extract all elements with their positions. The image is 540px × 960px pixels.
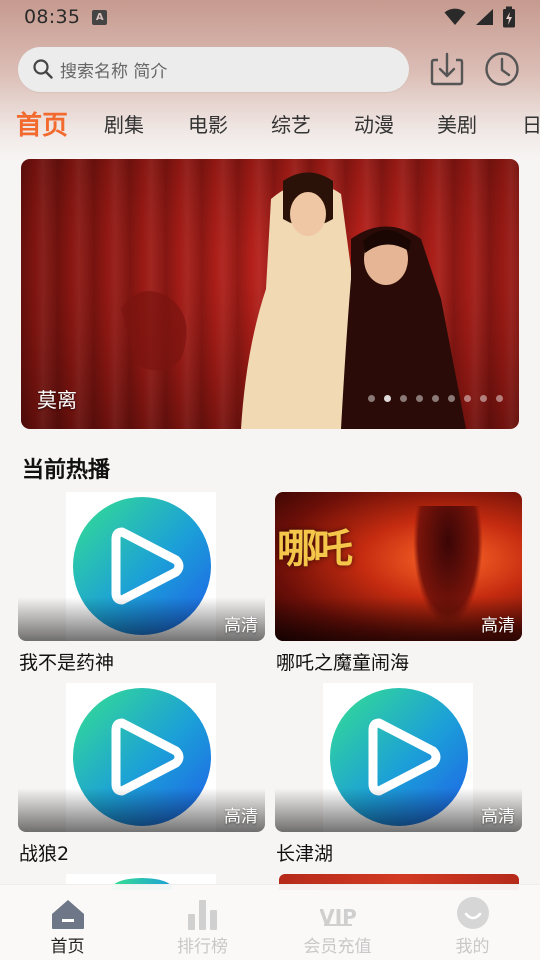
- video-card[interactable]: 哪吒 高清 哪吒之魔童闹海: [275, 492, 522, 675]
- category-tabs: 首页 剧集 电影 综艺 动漫 美剧 日: [0, 100, 540, 146]
- video-thumbnail: 哪吒 高清: [275, 492, 522, 641]
- nav-profile-label: 我的: [455, 937, 490, 957]
- wifi-icon: [444, 8, 466, 25]
- carousel-dot[interactable]: [416, 395, 423, 402]
- nav-vip-label: 会员充值: [303, 937, 372, 957]
- nav-ranking-label: 排行榜: [177, 937, 228, 957]
- tab-japanese-drama[interactable]: 日: [522, 109, 540, 138]
- quality-badge: 高清: [481, 807, 515, 827]
- a-badge-icon: A: [92, 9, 108, 25]
- nav-vip[interactable]: VIP 会员充值: [270, 885, 405, 960]
- video-card[interactable]: 高清 战狼2: [18, 683, 265, 866]
- tab-variety[interactable]: 综艺: [271, 109, 311, 138]
- quality-badge: 高清: [481, 616, 515, 636]
- video-thumbnail: 高清: [275, 683, 522, 832]
- video-title: 战狼2: [19, 843, 70, 865]
- carousel-dot[interactable]: [400, 395, 407, 402]
- video-thumbnail: 高清: [18, 492, 265, 641]
- video-card[interactable]: 高清 我不是药神: [18, 492, 265, 675]
- quality-badge: 高清: [224, 807, 258, 827]
- home-icon: [51, 900, 84, 929]
- hero-banner[interactable]: 莫离: [21, 159, 519, 429]
- nav-profile[interactable]: 我的: [405, 885, 540, 960]
- video-thumbnail: 高清: [18, 683, 265, 832]
- nav-home-label: 首页: [50, 937, 85, 957]
- video-title: 哪吒之魔童闹海: [276, 652, 410, 674]
- carousel-dot[interactable]: [464, 395, 471, 402]
- video-title: 我不是药神: [19, 652, 115, 674]
- tab-home[interactable]: 首页: [16, 105, 68, 142]
- search-row: 搜索名称 简介: [18, 46, 522, 92]
- section-title-hot: 当前热播: [22, 458, 111, 483]
- quality-badge: 高清: [224, 616, 258, 636]
- tab-anime[interactable]: 动漫: [354, 109, 394, 138]
- history-button[interactable]: [483, 50, 521, 88]
- tab-series[interactable]: 剧集: [104, 109, 144, 138]
- download-icon: [430, 52, 464, 86]
- status-bar: 08:35 A: [0, 0, 540, 34]
- nav-home[interactable]: 首页: [0, 885, 135, 960]
- download-button[interactable]: [428, 50, 466, 88]
- carousel-dot[interactable]: [368, 395, 375, 402]
- clock-icon: [485, 52, 519, 86]
- poster-title-art: 哪吒: [277, 525, 353, 572]
- search-placeholder: 搜索名称 简介: [60, 61, 168, 82]
- video-card[interactable]: 高清 长津湖: [275, 683, 522, 866]
- status-time: 08:35: [24, 6, 81, 28]
- battery-charging-icon: [503, 6, 515, 28]
- carousel-dot[interactable]: [384, 395, 391, 402]
- banner-title: 莫离: [37, 388, 77, 412]
- carousel-indicator: [368, 395, 503, 402]
- carousel-dot[interactable]: [480, 395, 487, 402]
- nav-ranking[interactable]: 排行榜: [135, 885, 270, 960]
- video-title: 长津湖: [276, 843, 334, 865]
- bottom-navigation: 首页 排行榜 VIP 会员充值 我的: [0, 884, 540, 960]
- tab-us-drama[interactable]: 美剧: [437, 109, 477, 138]
- status-icons: [444, 6, 516, 28]
- vip-icon: VIP: [320, 905, 356, 929]
- search-icon: [33, 59, 53, 79]
- signal-icon: [476, 9, 493, 25]
- search-input[interactable]: 搜索名称 简介: [18, 46, 409, 92]
- tab-movies[interactable]: 电影: [188, 109, 228, 138]
- carousel-dot[interactable]: [496, 395, 503, 402]
- carousel-dot[interactable]: [432, 395, 439, 402]
- profile-icon: [456, 897, 489, 929]
- bar-chart-icon: [187, 900, 217, 930]
- banner-artwork: [121, 172, 466, 429]
- carousel-dot[interactable]: [448, 395, 455, 402]
